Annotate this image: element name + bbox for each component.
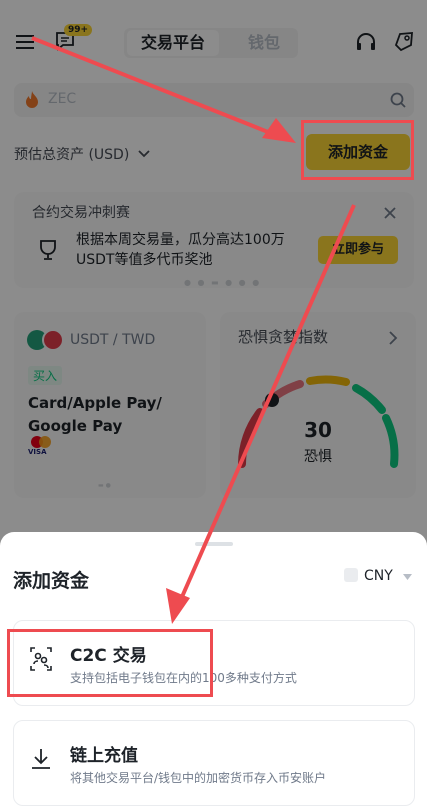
annotation-arrows: [31, 36, 356, 624]
